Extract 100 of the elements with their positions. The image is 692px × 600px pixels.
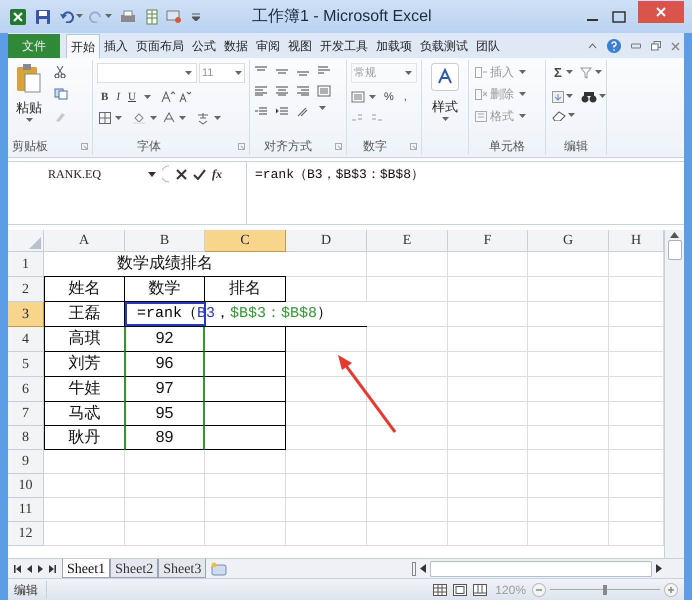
dialog-launcher-icon[interactable] — [335, 142, 342, 150]
delete-cells-icon[interactable] — [475, 88, 487, 100]
borders-icon[interactable] — [99, 112, 111, 124]
maximize-icon[interactable] — [612, 10, 626, 22]
printer-icon[interactable] — [120, 10, 136, 24]
sheet-tab[interactable]: Sheet3 — [158, 559, 206, 578]
caret-icon[interactable] — [442, 116, 448, 122]
row-header[interactable]: 5 — [8, 352, 44, 377]
select-all-corner[interactable] — [8, 230, 44, 252]
caret-icon[interactable] — [214, 116, 221, 120]
name-box[interactable]: RANK.EQ — [8, 164, 158, 184]
caret-icon[interactable] — [369, 94, 376, 100]
formula-field[interactable]: =rank（B3，$B$3：$B$8） — [246, 162, 684, 224]
caret-icon[interactable] — [235, 70, 242, 76]
collapse-ribbon-icon[interactable] — [588, 43, 597, 49]
close-button[interactable] — [638, 0, 684, 22]
percent-button[interactable]: % — [382, 89, 396, 106]
caret-icon[interactable] — [76, 14, 83, 19]
last-sheet-icon[interactable] — [49, 564, 56, 572]
format-painter-icon[interactable] — [54, 110, 66, 122]
column-header[interactable]: G — [528, 230, 609, 252]
align-right-icon[interactable] — [296, 85, 310, 96]
decrease-decimal-icon[interactable] — [371, 112, 383, 122]
increase-indent-icon[interactable] — [275, 106, 289, 117]
align-center-icon[interactable] — [275, 85, 289, 96]
row-header[interactable]: 3 — [8, 302, 44, 327]
undo-icon[interactable] — [60, 10, 74, 22]
ribbon-tab[interactable]: 加载项 — [372, 34, 416, 58]
row-header[interactable]: 1 — [8, 252, 44, 277]
insert-sheet-icon[interactable] — [210, 562, 228, 576]
fill-icon[interactable] — [552, 90, 564, 102]
caret-icon[interactable] — [519, 114, 526, 118]
excel-logo-icon[interactable] — [10, 8, 26, 24]
caret-icon[interactable] — [566, 94, 573, 99]
bold-button[interactable]: B — [99, 89, 110, 106]
zoom-slider[interactable] — [550, 584, 660, 596]
insert-cells-icon[interactable] — [475, 66, 487, 78]
fill-color-icon[interactable] — [132, 112, 146, 124]
caret-icon[interactable] — [566, 70, 573, 76]
caret-icon[interactable] — [185, 70, 192, 76]
customize-icon[interactable] — [192, 12, 200, 20]
ribbon-tab[interactable]: 开发工具 — [316, 34, 372, 58]
scroll-up-icon[interactable] — [670, 232, 679, 238]
row-header[interactable]: 11 — [8, 498, 44, 522]
table-icon[interactable] — [146, 8, 158, 24]
orientation-icon[interactable] — [296, 106, 310, 117]
font-name-field[interactable] — [97, 63, 197, 83]
caret-icon[interactable] — [519, 70, 526, 74]
autosum-button[interactable]: Σ — [552, 63, 564, 82]
row-header[interactable]: 4 — [8, 327, 44, 352]
ribbon-tab[interactable]: 插入 — [100, 34, 132, 58]
align-left-icon[interactable] — [254, 85, 268, 96]
caret-icon[interactable] — [319, 106, 326, 111]
decrease-indent-icon[interactable] — [254, 106, 268, 117]
column-header[interactable]: A — [44, 230, 125, 252]
ribbon-tab[interactable]: 负载测试 — [416, 34, 472, 58]
ribbon-tab[interactable]: 团队 — [472, 34, 504, 58]
vertical-scrollbar[interactable] — [664, 230, 684, 558]
caret-icon[interactable] — [144, 94, 151, 100]
comma-button[interactable]: , — [402, 89, 409, 106]
column-header[interactable]: H — [609, 230, 664, 252]
cancel-icon[interactable] — [176, 168, 187, 180]
styles-button[interactable]: 样式 — [431, 63, 459, 122]
dialog-launcher-icon[interactable] — [81, 142, 88, 150]
row-header[interactable]: 2 — [8, 277, 44, 302]
sheet-tab[interactable]: Sheet1 — [62, 559, 110, 578]
underline-button[interactable]: U — [126, 89, 138, 106]
find-icon[interactable] — [581, 90, 597, 102]
page-break-icon[interactable] — [473, 584, 488, 596]
format-cells-icon[interactable] — [475, 110, 487, 122]
ribbon-tab[interactable]: 页面布局 — [132, 34, 188, 58]
caret-icon[interactable] — [594, 70, 602, 76]
ribbon-tab[interactable]: 视图 — [284, 34, 316, 58]
dialog-launcher-icon[interactable] — [238, 142, 245, 150]
scroll-right-icon[interactable] — [656, 564, 662, 573]
caret-icon[interactable] — [179, 116, 186, 120]
first-sheet-icon[interactable] — [14, 564, 21, 572]
column-header[interactable]: D — [286, 230, 367, 252]
scissors-icon[interactable] — [54, 66, 66, 78]
ribbon-tab[interactable]: 文件 — [8, 34, 60, 58]
help-icon[interactable] — [607, 39, 621, 53]
phonetic-icon[interactable] — [196, 112, 210, 124]
caret-icon[interactable] — [519, 92, 526, 96]
sort-filter-icon[interactable] — [578, 66, 593, 79]
save-icon[interactable] — [36, 10, 50, 24]
previous-sheet-icon[interactable] — [27, 564, 32, 572]
ribbon-tab[interactable]: 公式 — [188, 34, 220, 58]
caret-icon[interactable] — [115, 116, 122, 120]
column-header[interactable]: E — [367, 230, 448, 252]
ribbon-tab[interactable]: 数据 — [220, 34, 252, 58]
caret-icon[interactable] — [150, 116, 157, 120]
zoom-in-icon[interactable] — [664, 582, 678, 596]
increase-decimal-icon[interactable] — [351, 112, 363, 122]
row-header[interactable]: 8 — [8, 426, 44, 450]
caret-icon[interactable] — [26, 118, 32, 122]
row-header[interactable]: 10 — [8, 474, 44, 498]
caret-icon[interactable] — [568, 113, 575, 118]
scroll-left-icon[interactable] — [420, 564, 426, 573]
zoom-out-icon[interactable] — [532, 582, 546, 596]
dropdown-icon[interactable] — [148, 172, 156, 176]
